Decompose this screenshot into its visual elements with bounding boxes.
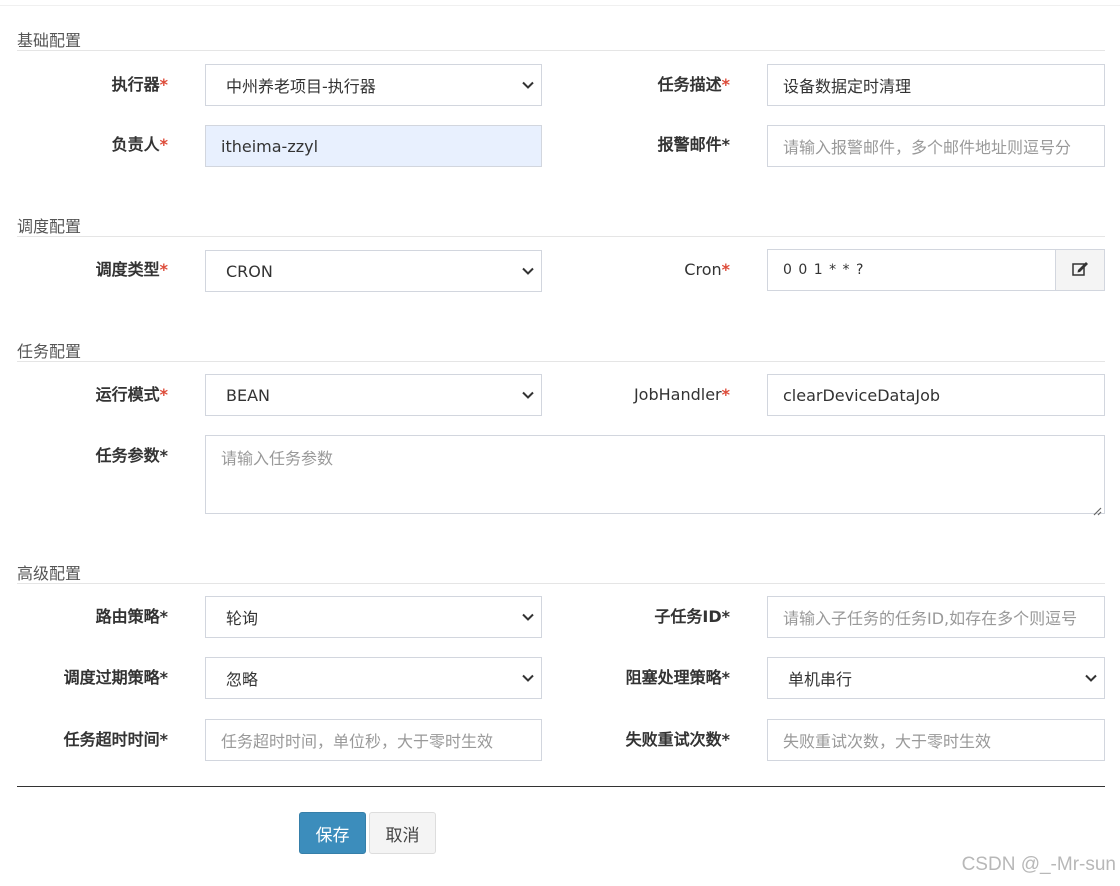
glue-type-select[interactable]: BEAN xyxy=(205,374,542,416)
executor-label: 执行器* xyxy=(111,75,168,94)
cron-input[interactable]: 0 0 1 * * ? xyxy=(767,249,1056,291)
watermark: CSDN @_-Mr-sun xyxy=(961,854,1116,875)
cron-edit-button[interactable] xyxy=(1055,249,1105,291)
block-strategy-label: 阻塞处理策略* xyxy=(625,668,730,687)
chevron-down-icon xyxy=(1084,671,1098,685)
author-input[interactable]: itheima-zzyl xyxy=(205,125,542,167)
fail-retry-input[interactable]: 失败重试次数，大于零时生效 xyxy=(767,719,1105,761)
cancel-button[interactable]: 取消 xyxy=(369,812,436,854)
chevron-down-icon xyxy=(521,78,535,92)
save-button[interactable]: 保存 xyxy=(299,812,366,854)
edit-icon xyxy=(1071,261,1089,280)
section-title-task: 任务配置 xyxy=(17,342,82,361)
child-job-id-input[interactable]: 请输入子任务的任务ID,如存在多个则逗号 xyxy=(767,596,1105,638)
block-strategy-select[interactable]: 单机串行 xyxy=(767,657,1105,699)
alarm-email-input[interactable]: 请输入报警邮件，多个邮件地址则逗号分 xyxy=(767,125,1105,167)
route-strategy-select[interactable]: 轮询 xyxy=(205,596,542,638)
child-job-id-label: 子任务ID* xyxy=(654,607,730,626)
job-desc-label: 任务描述* xyxy=(657,75,730,94)
section-divider xyxy=(17,236,1105,237)
schedule-type-select[interactable]: CRON xyxy=(205,250,542,292)
route-strategy-label: 路由策略* xyxy=(95,607,168,626)
chevron-down-icon xyxy=(521,671,535,685)
section-divider xyxy=(17,583,1105,584)
cron-label: Cron* xyxy=(684,260,730,279)
fail-retry-label: 失败重试次数* xyxy=(625,730,730,749)
misfire-strategy-label: 调度过期策略* xyxy=(63,668,168,687)
misfire-strategy-select[interactable]: 忽略 xyxy=(205,657,542,699)
author-label: 负责人* xyxy=(111,135,168,154)
form-divider xyxy=(17,786,1105,787)
job-handler-input[interactable]: clearDeviceDataJob xyxy=(767,374,1105,416)
timeout-label: 任务超时时间* xyxy=(63,730,168,749)
alarm-email-label: 报警邮件* xyxy=(657,135,730,154)
section-title-basic: 基础配置 xyxy=(17,31,82,50)
top-border xyxy=(0,0,1120,6)
schedule-type-label: 调度类型* xyxy=(95,260,168,279)
section-divider xyxy=(17,50,1105,51)
chevron-down-icon xyxy=(521,610,535,624)
section-title-advanced: 高级配置 xyxy=(17,564,82,583)
executor-select[interactable]: 中州养老项目-执行器 xyxy=(205,64,542,106)
resize-handle-icon[interactable] xyxy=(1092,501,1102,516)
section-title-schedule: 调度配置 xyxy=(17,217,82,236)
glue-type-label: 运行模式* xyxy=(95,385,168,404)
job-param-placeholder: 请输入任务参数 xyxy=(221,449,334,468)
chevron-down-icon xyxy=(521,264,535,278)
job-param-textarea[interactable]: 请输入任务参数 xyxy=(205,435,1105,516)
job-param-label: 任务参数* xyxy=(95,446,168,465)
timeout-input[interactable]: 任务超时时间，单位秒，大于零时生效 xyxy=(205,719,542,761)
job-handler-label: JobHandler* xyxy=(633,385,730,404)
chevron-down-icon xyxy=(521,388,535,402)
section-divider xyxy=(17,361,1105,362)
job-desc-input[interactable]: 设备数据定时清理 xyxy=(767,64,1105,106)
